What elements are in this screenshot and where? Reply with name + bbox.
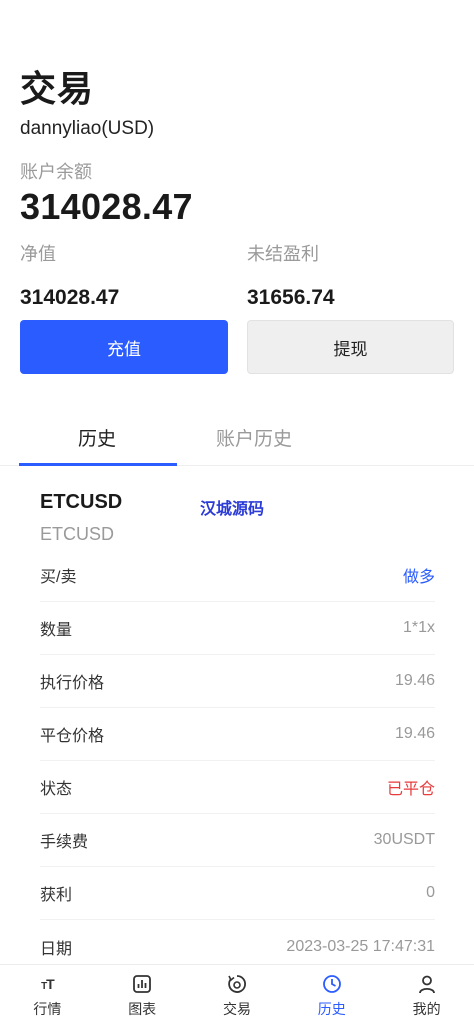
quantity-value: 1*1x <box>402 619 435 636</box>
trade-icon <box>227 973 247 995</box>
profit-value: 0 <box>426 884 435 901</box>
chart-icon <box>132 973 152 995</box>
row-label: 数量 <box>40 622 73 639</box>
nav-item-trade[interactable]: 交易 <box>190 965 285 1024</box>
close-price-value: 19.46 <box>394 725 435 742</box>
tab-account-history[interactable]: 账户历史 <box>216 424 292 451</box>
order-symbol: ETCUSD <box>40 491 123 513</box>
status-value: 已平仓 <box>386 781 435 798</box>
order-symbol-sub: ETCUSD <box>40 524 115 544</box>
row-label: 获利 <box>40 887 73 904</box>
trade-page: 交易 dannyliao(USD) 账户余额 314028.47 净值 3140… <box>0 0 474 1024</box>
deposit-button[interactable]: 充值 <box>20 320 228 374</box>
active-tab-indicator <box>19 463 177 466</box>
row-exec-price: 执行价格 19.46 <box>40 655 435 708</box>
nav-label: 图表 <box>128 1001 157 1017</box>
equity-stat: 净值 314028.47 <box>20 240 220 310</box>
order-card: ETCUSD 汉城源码 ETCUSD 买/卖 做多 数量 1*1x 执行价格 1… <box>0 467 474 963</box>
row-status: 状态 已平仓 <box>40 761 435 814</box>
nav-label: 历史 <box>317 1001 346 1017</box>
equity-value: 314028.47 <box>20 286 120 309</box>
pnl-label: 未结盈利 <box>247 244 319 264</box>
side-value: 做多 <box>402 569 435 586</box>
bottom-nav: TT 行情 图表 交易 历史 我的 <box>0 964 474 1024</box>
exec-price-value: 19.46 <box>394 672 435 689</box>
fee-value: 30USDT <box>373 831 435 848</box>
row-side: 买/卖 做多 <box>40 549 435 602</box>
nav-label: 行情 <box>33 1001 62 1017</box>
balance-label: 账户余额 <box>20 162 92 182</box>
order-details: 买/卖 做多 数量 1*1x 执行价格 19.46 平仓价格 19.46 状态 … <box>40 549 435 973</box>
balance-value: 314028.47 <box>20 186 193 227</box>
withdraw-button[interactable]: 提现 <box>247 320 454 374</box>
row-profit: 获利 0 <box>40 867 435 920</box>
nav-item-history[interactable]: 历史 <box>284 965 379 1024</box>
equity-label: 净值 <box>20 244 56 264</box>
page-title: 交易 <box>20 68 95 109</box>
row-label: 状态 <box>40 781 73 798</box>
nav-item-profile[interactable]: 我的 <box>379 965 474 1024</box>
account-name: dannyliao(USD) <box>20 118 155 139</box>
row-quantity: 数量 1*1x <box>40 602 435 655</box>
row-label: 手续费 <box>40 834 89 851</box>
row-close-price: 平仓价格 19.46 <box>40 708 435 761</box>
history-tabs: 历史 账户历史 <box>0 410 474 466</box>
row-fee: 手续费 30USDT <box>40 814 435 867</box>
nav-label: 我的 <box>412 1001 441 1017</box>
clock-icon <box>322 973 342 995</box>
pnl-stat: 未结盈利 31656.74 <box>247 240 447 310</box>
row-label: 执行价格 <box>40 675 105 692</box>
nav-label: 交易 <box>222 1001 251 1017</box>
nav-item-market[interactable]: TT 行情 <box>0 965 95 1024</box>
row-label: 日期 <box>40 940 73 958</box>
watermark-text: 汉城源码 <box>200 501 265 518</box>
pnl-value: 31656.74 <box>247 286 335 309</box>
user-icon <box>417 973 437 995</box>
row-label: 平仓价格 <box>40 728 105 745</box>
date-value: 2023-03-25 17:47:31 <box>286 937 435 955</box>
row-label: 买/卖 <box>40 569 77 586</box>
tab-history[interactable]: 历史 <box>78 424 116 451</box>
font-size-icon: TT <box>41 976 55 992</box>
nav-item-chart[interactable]: 图表 <box>95 965 190 1024</box>
